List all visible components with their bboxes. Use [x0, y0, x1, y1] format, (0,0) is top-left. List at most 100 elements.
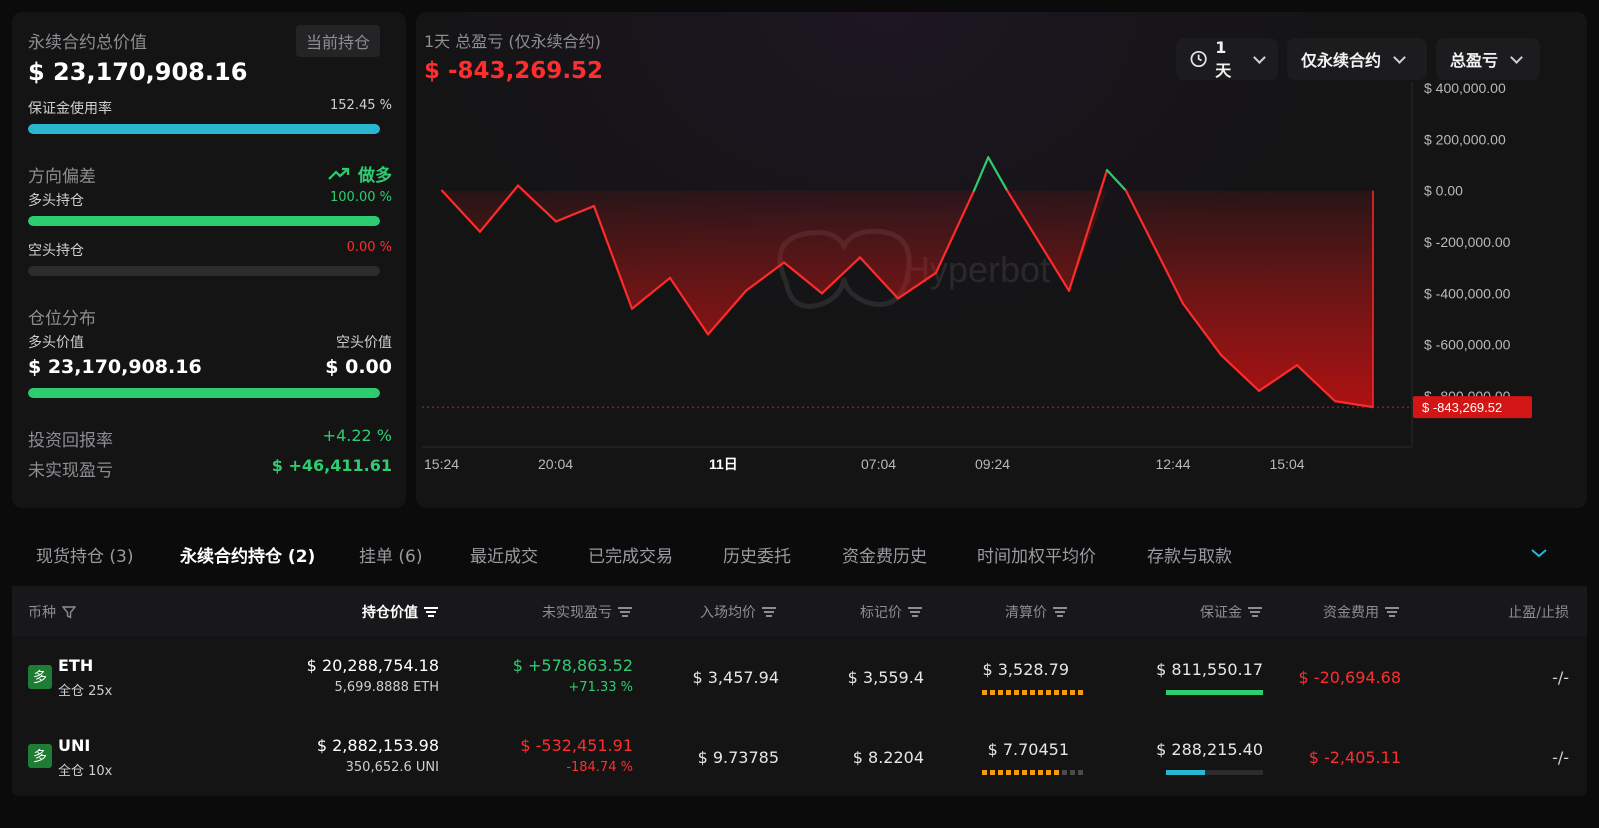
coin-name[interactable]: ETH	[58, 656, 93, 675]
col-upnl[interactable]: 未实现盈亏	[542, 602, 632, 622]
sort-icon	[1248, 607, 1262, 617]
tab-open-orders[interactable]: 挂单 (6)	[359, 542, 422, 567]
x-tick-label: 15:24	[424, 456, 459, 472]
sort-icon	[1053, 607, 1067, 617]
margin-usage-fill	[28, 124, 380, 134]
tab-completed-trades[interactable]: 已完成交易	[588, 542, 673, 567]
tab-order-history[interactable]: 历史委托	[723, 542, 791, 567]
distribution-fill	[28, 388, 380, 398]
col-tpsl[interactable]: 止盈/止损	[1508, 602, 1569, 622]
tab-perp-positions[interactable]: 永续合约持仓 (2)	[180, 542, 315, 567]
sort-icon	[762, 607, 776, 617]
tab-twap[interactable]: 时间加权平均价	[977, 542, 1096, 567]
table-row[interactable]: 多 UNI 全仓 10x $ 2,882,153.98 350,652.6 UN…	[12, 722, 1587, 794]
y-tick-label: $ -600,000.00	[1424, 337, 1511, 353]
col-liq[interactable]: 清算价	[1005, 602, 1067, 622]
col-entry[interactable]: 入场均价	[700, 602, 776, 622]
upnl-label: 未实现盈亏	[28, 461, 113, 481]
short-label: 空头持仓	[28, 243, 84, 259]
position-size: 5,699.8888 ETH	[334, 680, 440, 695]
table-row[interactable]: 多 ETH 全仓 25x $ 20,288,754.18 5,699.8888 …	[12, 642, 1587, 714]
x-tick-label: 09:24	[975, 456, 1010, 472]
pnl-line-segment	[987, 156, 1009, 192]
table-header: 币种 持仓价值 未实现盈亏 入场均价 标记价 清算价 保证金 资金费用 止盈/止…	[12, 586, 1587, 636]
margin-value: $ 811,550.17	[1156, 660, 1263, 679]
liq-risk-segment	[998, 770, 1003, 775]
liq-risk-segment	[990, 690, 995, 695]
liq-risk-segment	[1022, 690, 1027, 695]
col-position-value[interactable]: 持仓价值	[362, 602, 438, 622]
long-value: $ 23,170,908.16	[28, 356, 202, 378]
short-value-label: 空头价值	[336, 335, 392, 351]
liq-price: $ 3,528.79	[982, 660, 1069, 679]
tpsl-value[interactable]: -/-	[1552, 668, 1569, 687]
entry-price: $ 3,457.94	[692, 668, 779, 687]
liq-risk-segment	[1038, 770, 1043, 775]
margin-usage-label: 保证金使用率	[28, 101, 112, 117]
liq-risk-segment	[1030, 770, 1035, 775]
tpsl-value[interactable]: -/-	[1552, 748, 1569, 767]
liq-risk-indicator	[982, 690, 1083, 695]
margin-bar	[1166, 770, 1263, 775]
long-bar	[28, 216, 380, 226]
sort-icon	[908, 607, 922, 617]
coin-name[interactable]: UNI	[58, 736, 90, 755]
margin-mode: 全仓 10x	[58, 764, 113, 779]
positions-tabbar: 现货持仓 (3) 永续合约持仓 (2) 挂单 (6) 最近成交 已完成交易 历史…	[12, 530, 1587, 576]
pnl-line-segment	[1105, 169, 1128, 192]
short-bar	[28, 266, 380, 276]
x-tick-label: 07:04	[861, 456, 896, 472]
current-position-tag[interactable]: 当前持仓	[296, 25, 381, 57]
short-value: $ 0.00	[325, 356, 392, 378]
col-liq-label: 清算价	[1005, 605, 1047, 621]
y-tick-label: $ 0.00	[1424, 183, 1463, 199]
position-size: 350,652.6 UNI	[345, 760, 439, 775]
tab-spot-positions[interactable]: 现货持仓 (3)	[36, 542, 133, 567]
entry-price: $ 9.73785	[697, 748, 779, 767]
margin-bar	[1166, 690, 1263, 695]
col-margin[interactable]: 保证金	[1200, 602, 1262, 622]
summary-panel: 永续合约总价值 当前持仓 $ 23,170,908.16 保证金使用率 152.…	[12, 12, 406, 508]
current-value-marker: $ -843,269.52	[1422, 400, 1502, 415]
roi-label: 投资回报率	[28, 431, 113, 451]
tab-funding-history[interactable]: 资金费历史	[842, 542, 927, 567]
position-value: $ 2,882,153.98	[316, 736, 439, 755]
trend-up-icon	[328, 167, 350, 180]
col-funding[interactable]: 资金费用	[1323, 602, 1399, 622]
margin-bar-fill	[1166, 770, 1205, 775]
sort-icon	[618, 607, 632, 617]
long-fill	[28, 216, 380, 226]
liq-risk-segment	[1006, 690, 1011, 695]
col-margin-label: 保证金	[1200, 605, 1242, 621]
funding-value: $ -20,694.68	[1298, 668, 1401, 687]
long-value-label: 多头价值	[28, 335, 84, 351]
col-position-value-label: 持仓价值	[362, 605, 418, 621]
tab-deposits-withdrawals[interactable]: 存款与取款	[1147, 542, 1232, 567]
short-pct: 0.00 %	[346, 240, 392, 255]
bias-indicator: 做多	[328, 161, 392, 186]
liq-risk-segment	[982, 690, 987, 695]
liq-risk-segment	[1078, 690, 1083, 695]
liq-risk-segment	[998, 690, 1003, 695]
liq-risk-segment	[982, 770, 987, 775]
filter-icon[interactable]	[62, 605, 76, 619]
long-side-badge: 多	[28, 744, 52, 768]
liq-risk-segment	[1054, 770, 1059, 775]
x-tick-label: 15:04	[1270, 456, 1305, 472]
x-tick-label: 20:04	[538, 456, 573, 472]
col-coin[interactable]: 币种	[28, 602, 76, 622]
pnl-line-segment	[972, 156, 990, 192]
tab-recent-fills[interactable]: 最近成交	[470, 542, 538, 567]
perp-positions-table: 币种 持仓价值 未实现盈亏 入场均价 标记价 清算价 保证金 资金费用 止盈/止…	[12, 586, 1587, 796]
col-entry-label: 入场均价	[700, 605, 756, 621]
long-pct: 100.00 %	[330, 190, 392, 205]
sort-icon	[424, 607, 438, 617]
pnl-chart-panel: 1天 总盈亏 (仅永续合约) $ -843,269.52 1天 仅永续合约 总盈…	[416, 12, 1587, 508]
collapse-chevron-icon[interactable]	[1530, 544, 1548, 563]
y-tick-label: $ -400,000.00	[1424, 285, 1511, 301]
long-side-badge: 多	[28, 665, 52, 689]
distribution-label: 仓位分布	[28, 309, 96, 329]
liq-risk-segment	[1046, 770, 1051, 775]
col-mark[interactable]: 标记价	[860, 602, 922, 622]
y-tick-label: $ -200,000.00	[1424, 234, 1511, 250]
